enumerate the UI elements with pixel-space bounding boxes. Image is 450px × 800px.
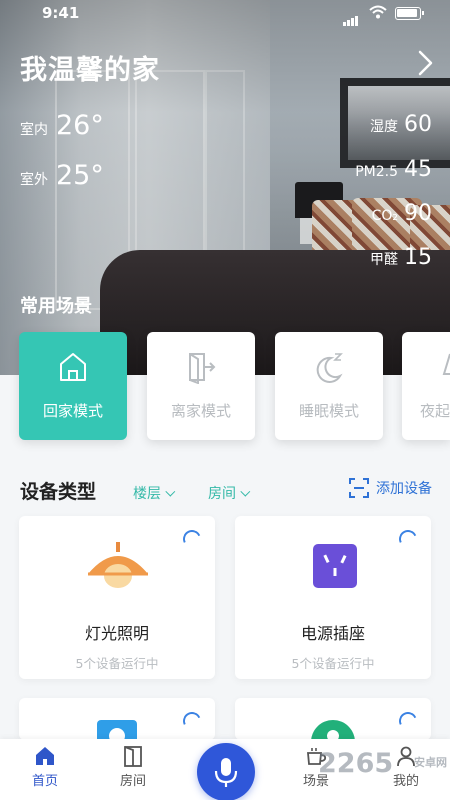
moon-icon — [316, 353, 343, 383]
device-card-lighting[interactable]: 灯光照明 5个设备运行中 — [19, 516, 215, 679]
scene-label: 夜起 — [420, 402, 450, 420]
loading-spinner-icon — [180, 709, 204, 733]
chevron-down-icon — [165, 486, 176, 497]
exit-door-icon — [189, 353, 216, 384]
night-lamp-icon — [442, 353, 450, 375]
watermark-text: 2265 — [318, 748, 394, 779]
camera-icon — [97, 720, 137, 740]
chevron-right-icon[interactable] — [412, 50, 438, 76]
chevron-down-icon — [240, 486, 251, 497]
scene-card-sleep[interactable]: 睡眠模式 — [275, 332, 383, 440]
home-icon — [36, 747, 54, 765]
device-card-camera[interactable] — [19, 698, 215, 740]
tab-label: 房间 — [119, 774, 146, 789]
indoor-value: 26° — [56, 110, 104, 141]
pm25-metric: PM2.5 45 — [355, 157, 432, 182]
signal-icon — [343, 8, 359, 26]
user-icon — [311, 720, 355, 740]
scene-label: 回家模式 — [42, 402, 103, 420]
loading-spinner-icon — [180, 527, 204, 551]
pendant-lamp-icon — [88, 542, 148, 588]
scene-label: 离家模式 — [170, 402, 231, 420]
scenes-title: 常用场景 — [20, 296, 92, 317]
battery-icon — [395, 7, 424, 20]
metric-value: 60 — [404, 112, 432, 137]
room-filter-label: 房间 — [208, 486, 236, 502]
power-socket-icon — [313, 544, 357, 588]
outdoor-label: 室外 — [20, 172, 48, 188]
metric-label: 湿度 — [370, 119, 398, 135]
scene-label: 睡眠模式 — [298, 402, 359, 420]
metric-value: 15 — [404, 245, 432, 270]
tab-rooms[interactable]: 房间 — [103, 745, 163, 789]
loading-spinner-icon — [396, 527, 420, 551]
device-card-user[interactable] — [235, 698, 431, 740]
metric-label: 甲醛 — [370, 252, 398, 268]
device-status: 5个设备运行中 — [75, 656, 159, 671]
room-filter[interactable]: 房间 — [208, 483, 251, 503]
scan-icon — [349, 478, 369, 498]
floor-filter-label: 楼层 — [133, 486, 161, 502]
indoor-temperature: 室内 26° — [20, 110, 104, 141]
tab-label: 我的 — [392, 774, 419, 789]
watermark-logo: 2265 安卓网 — [318, 748, 447, 779]
device-status: 5个设备运行中 — [291, 656, 375, 671]
scene-card-night[interactable]: 夜起 — [402, 332, 450, 440]
status-time: 9:41 — [42, 4, 80, 22]
add-device-button[interactable]: 添加设备 — [349, 478, 432, 498]
device-name: 灯光照明 — [84, 624, 149, 643]
metric-value: 90 — [404, 201, 432, 226]
home-title[interactable]: 我温馨的家 — [20, 48, 160, 87]
floor-filter[interactable]: 楼层 — [133, 483, 176, 503]
tab-home[interactable]: 首页 — [15, 745, 75, 789]
formaldehyde-metric: 甲醛 15 — [370, 245, 432, 270]
tab-label: 首页 — [31, 774, 58, 789]
add-device-label: 添加设备 — [376, 481, 432, 497]
metric-label: PM2.5 — [355, 164, 398, 180]
indoor-label: 室内 — [20, 122, 48, 138]
scene-card-away[interactable]: 离家模式 — [147, 332, 255, 440]
microphone-icon — [214, 758, 238, 787]
wifi-icon — [369, 5, 387, 19]
scene-card-home[interactable]: 回家模式 — [19, 332, 127, 440]
voice-button[interactable] — [197, 743, 255, 800]
co2-metric: CO₂ 90 — [372, 201, 432, 226]
humidity-metric: 湿度 60 — [370, 112, 432, 137]
metric-label: CO₂ — [371, 208, 398, 224]
outdoor-value: 25° — [56, 160, 104, 191]
outdoor-temperature: 室外 25° — [20, 160, 104, 191]
door-icon — [124, 746, 142, 767]
metric-value: 45 — [404, 157, 432, 182]
device-name: 电源插座 — [300, 624, 365, 643]
status-bar: 9:41 — [0, 0, 450, 28]
device-card-socket[interactable]: 电源插座 5个设备运行中 — [235, 516, 431, 679]
loading-spinner-icon — [396, 709, 420, 733]
home-icon — [60, 353, 86, 381]
devices-title: 设备类型 — [20, 481, 97, 503]
watermark-sub: 安卓网 — [414, 756, 447, 769]
